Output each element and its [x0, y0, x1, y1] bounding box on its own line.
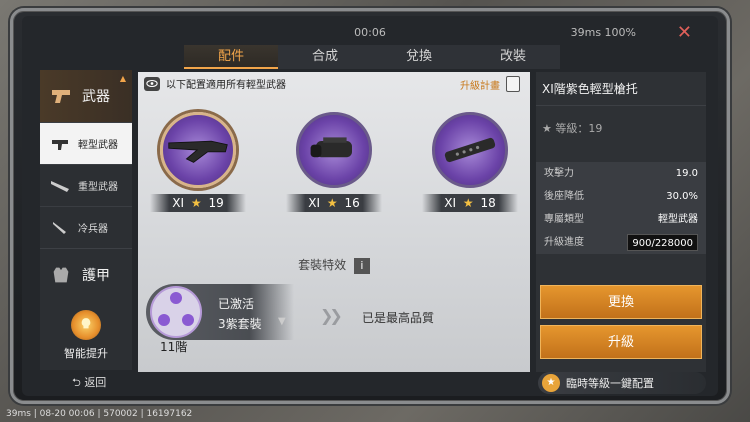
set-effect-title: 套裝特效: [298, 258, 347, 272]
rifle-icon: [51, 180, 69, 192]
progress-label: 升級進度: [544, 237, 584, 248]
tab-exchange[interactable]: 兌換: [372, 45, 466, 69]
back-arrow-icon: ⮌: [72, 376, 81, 389]
sidebar-item-heavy[interactable]: 重型武器: [40, 164, 132, 206]
double-chevron-icon: ❯❯: [320, 306, 343, 325]
tier-label: XI: [308, 196, 321, 210]
tab-accessories[interactable]: 配件: [184, 45, 278, 69]
smart-upgrade-label: 智能提升: [64, 347, 108, 360]
set-effect-header: 套裝特效 i: [138, 256, 530, 274]
set-bonus-icon: [150, 286, 202, 338]
vest-icon: [53, 267, 69, 282]
progress-row: 升級進度 900/228000: [536, 231, 706, 254]
quick-config-button[interactable]: ★ 臨時等級一鍵配置: [538, 372, 706, 394]
set-status: 已激活: [218, 297, 255, 311]
tab-bar: 配件 合成 兌換 改裝: [184, 45, 560, 69]
part-slot-barrel[interactable]: XI ★ 18: [422, 112, 518, 212]
tier-label: XI: [444, 196, 457, 210]
star-icon: ★: [326, 196, 338, 210]
collapse-icon: ▲: [119, 74, 126, 83]
apply-note: 以下配置適用所有輕型武器: [144, 76, 286, 91]
item-grade: ★ 等級：19: [536, 106, 706, 144]
sidebar-item-armor[interactable]: 護甲: [40, 248, 132, 300]
status-bar: 00:06 39ms 100% ✕: [22, 22, 718, 43]
sidebar-item-melee[interactable]: 冷兵器: [40, 206, 132, 248]
set-name: 3紫套裝: [218, 317, 262, 331]
smart-upgrade-button[interactable]: 智能提升: [40, 306, 132, 366]
upgrade-button[interactable]: 升級: [540, 325, 702, 359]
lightbulb-icon: [71, 310, 101, 340]
part-slot-mount[interactable]: XI ★ 16: [286, 112, 382, 212]
sidebar-item-label: 護甲: [82, 267, 110, 284]
level-label: 19: [208, 196, 224, 210]
sidebar-item-label: 輕型武器: [78, 140, 118, 151]
stat-value: 輕型武器: [658, 214, 698, 225]
stat-label: 專屬類型: [544, 214, 584, 225]
level-label: 18: [480, 196, 496, 210]
back-label: 返回: [84, 376, 107, 389]
stat-row: 攻擊力 19.0: [536, 162, 706, 185]
part-tier: XI ★ 18: [422, 194, 518, 212]
barrel-icon: [432, 112, 508, 188]
stat-label: 後座降低: [544, 191, 584, 202]
apply-note-text: 以下配置適用所有輕型武器: [166, 80, 286, 91]
pistol-icon: [52, 90, 70, 103]
item-title: XI階紫色輕型槍托: [536, 72, 706, 106]
sidebar-item-label: 冷兵器: [78, 224, 108, 235]
info-icon[interactable]: i: [353, 258, 370, 274]
sidebar-item-weapons[interactable]: 武器 ▲: [40, 70, 132, 122]
star-icon: ★: [190, 196, 202, 210]
sidebar-item-label: 武器: [82, 89, 110, 105]
scope-mount-icon: [296, 112, 372, 188]
stat-value: 30.0%: [666, 191, 698, 202]
tab-synthesis[interactable]: 合成: [278, 45, 372, 69]
stock-icon: [160, 112, 236, 188]
max-quality-text: 已是最高品質: [362, 311, 435, 325]
tab-modify[interactable]: 改裝: [466, 45, 560, 69]
part-tier: XI ★ 19: [150, 194, 246, 212]
part-slot-stock[interactable]: XI ★ 19: [150, 112, 246, 212]
stat-row: 後座降低 30.0%: [536, 185, 706, 208]
grade-label: 等級：19: [555, 122, 603, 135]
progress-value: 900/228000: [627, 234, 698, 251]
upgrade-plan-label: 升級計畫: [460, 80, 500, 92]
stat-row: 專屬類型 輕型武器: [536, 208, 706, 231]
set-level: 11階: [160, 340, 188, 354]
stat-label: 攻擊力: [544, 168, 574, 179]
eye-icon[interactable]: [144, 76, 160, 91]
tier-label: XI: [172, 196, 185, 210]
back-button[interactable]: ⮌ 返回: [72, 374, 106, 393]
star-icon: ★: [462, 196, 474, 210]
stat-value: 19.0: [675, 168, 698, 179]
star-icon: ★: [542, 122, 552, 135]
close-icon[interactable]: ✕: [677, 22, 692, 43]
smg-icon: [52, 139, 68, 150]
replace-button[interactable]: 更換: [540, 285, 702, 319]
document-icon: [506, 76, 520, 92]
part-tier: XI ★ 16: [286, 194, 382, 212]
stats-list: 攻擊力 19.0 後座降低 30.0% 專屬類型 輕型武器 升級進度 900/2…: [536, 162, 706, 254]
level-label: 16: [344, 196, 360, 210]
network-status: 39ms 100%: [570, 26, 636, 39]
upgrade-plan-button[interactable]: 升級計畫: [460, 76, 520, 92]
main-panel: 以下配置適用所有輕型武器 升級計畫 XI ★ 19 XI ★ 16 XI ★ 1…: [138, 72, 530, 372]
chevron-down-icon[interactable]: ▼: [278, 316, 286, 327]
quick-config-label: 臨時等級一鍵配置: [566, 377, 654, 390]
debug-footer: 39ms | 08-20 00:06 | 570002 | 16197162: [6, 409, 193, 419]
knife-icon: [53, 221, 66, 234]
star-badge-icon: ★: [542, 374, 560, 392]
sidebar-item-light[interactable]: 輕型武器: [40, 122, 132, 164]
sidebar-item-label: 重型武器: [78, 182, 118, 193]
